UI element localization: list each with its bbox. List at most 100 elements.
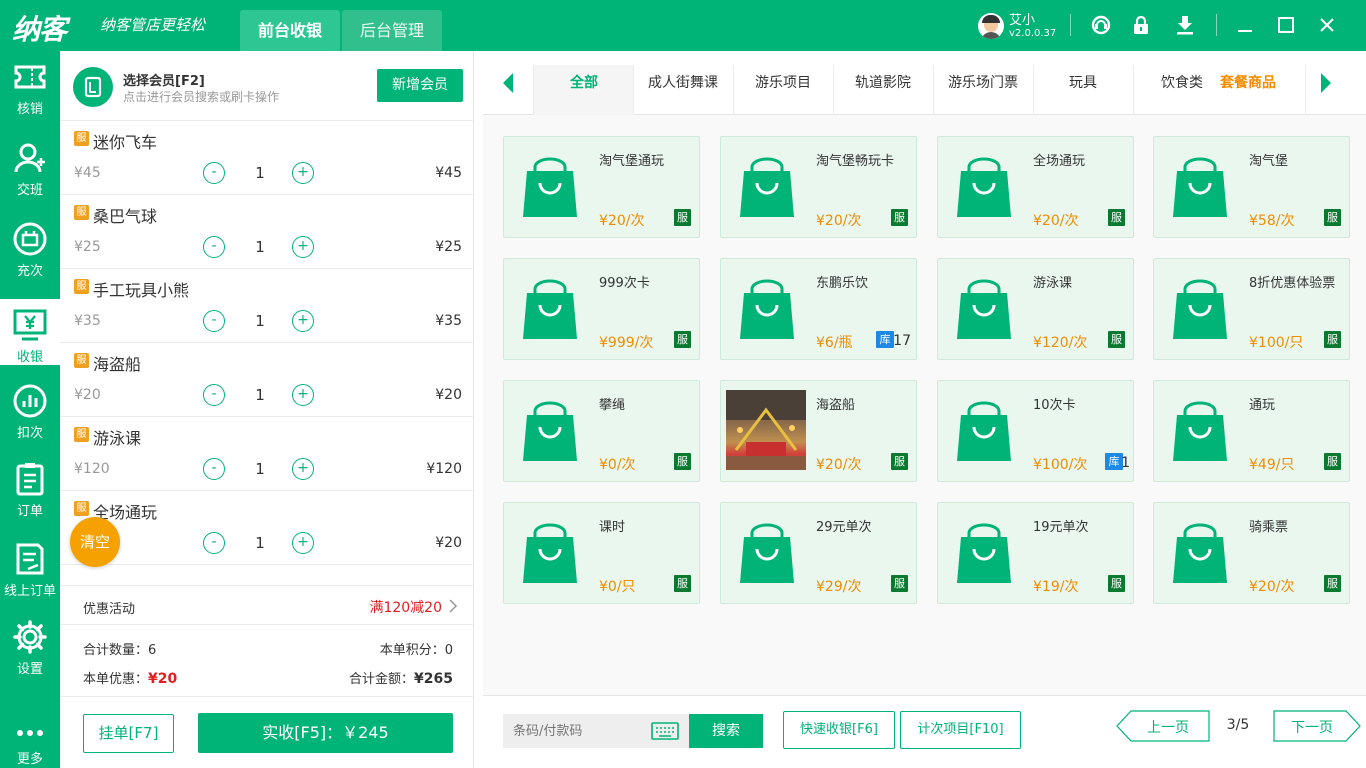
lock-icon[interactable] (1130, 14, 1152, 36)
product-card[interactable]: 骑乘票 ¥20/次 服 (1153, 502, 1350, 604)
cart-item-qty[interactable]: 1 (250, 238, 270, 256)
avatar[interactable] (978, 13, 1004, 39)
cart-row[interactable]: 服 海盗船 ¥20 - 1 + ¥20 (60, 343, 474, 417)
maximize-icon[interactable] (1275, 14, 1297, 36)
sidebar-item-label: 收银 (16, 350, 43, 365)
count-items-button[interactable]: 计次项目[F10] (900, 711, 1021, 749)
sidebar-item-recharge[interactable]: 充次 (0, 213, 60, 279)
sidebar-item-more[interactable]: 更多 (0, 701, 60, 767)
shopping-bag-icon (740, 157, 794, 217)
product-card[interactable]: 东鹏乐饮 ¥6/瓶 库 17 (720, 258, 917, 360)
cart-row[interactable]: 服 迷你飞车 ¥45 - 1 + ¥45 (60, 121, 474, 195)
pay-button[interactable]: 实收[F5]：￥245 (198, 713, 453, 753)
product-card[interactable]: 海盗船 ¥20/次 服 (720, 380, 917, 482)
product-card[interactable]: 29元单次 ¥29/次 服 (720, 502, 917, 604)
decrease-button[interactable]: - (203, 532, 225, 554)
page-indicator: 3/5 (1226, 717, 1250, 733)
total-quantity-value: 6 (148, 643, 157, 658)
search-button[interactable]: 搜索 (689, 714, 763, 748)
cart-item-name: 手工玩具小熊 (93, 281, 190, 300)
clear-cart-button[interactable]: 清空 (70, 517, 120, 567)
product-card[interactable]: 999次卡 ¥999/次 服 (503, 258, 700, 360)
product-card[interactable]: 课时 ¥0/只 服 (503, 502, 700, 604)
divider (1070, 14, 1071, 36)
next-page-button[interactable]: 下一页 (1277, 717, 1347, 737)
stock-count: 1 (1121, 455, 1130, 471)
prev-page-button[interactable]: 上一页 (1131, 717, 1205, 737)
product-card[interactable]: 通玩 ¥49/只 服 (1153, 380, 1350, 482)
tab-back-office[interactable]: 后台管理 (342, 10, 442, 51)
product-card[interactable]: 淘气堡 ¥58/次 服 (1153, 136, 1350, 238)
product-card[interactable]: 淘气堡通玩 ¥20/次 服 (503, 136, 700, 238)
product-price: ¥100/只 (1249, 335, 1304, 351)
product-card[interactable]: 全场通玩 ¥20/次 服 (937, 136, 1134, 238)
cart-row[interactable]: 服 游泳课 ¥120 - 1 + ¥120 (60, 417, 474, 491)
sidebar-item-online-orders[interactable]: 线上订单 (0, 533, 60, 599)
product-price: ¥6/瓶 (816, 335, 853, 351)
increase-button[interactable]: + (292, 310, 314, 332)
cart-row[interactable]: 服 手工玩具小熊 ¥35 - 1 + ¥35 (60, 269, 474, 343)
category-tab[interactable]: 游乐场门票 (933, 65, 1033, 115)
add-member-button[interactable]: 新增会员 (377, 69, 463, 102)
category-tab-package[interactable]: 套餐商品 (1198, 65, 1298, 115)
product-card[interactable]: 攀绳 ¥0/次 服 (503, 380, 700, 482)
product-name: 淘气堡畅玩卡 (816, 154, 895, 169)
product-price: ¥19/次 (1033, 579, 1079, 595)
close-icon[interactable] (1316, 14, 1338, 36)
category-tab[interactable]: 轨道影院 (833, 65, 933, 115)
product-card[interactable]: 10次卡 ¥100/次库 1 (937, 380, 1134, 482)
cart-item-qty[interactable]: 1 (250, 534, 270, 552)
decrease-button[interactable]: - (203, 310, 225, 332)
increase-button[interactable]: + (292, 458, 314, 480)
shopping-bag-icon (1173, 279, 1227, 339)
decrease-button[interactable]: - (203, 384, 225, 406)
sidebar-item-settings[interactable]: 设置 (0, 611, 60, 677)
tab-front-cashier[interactable]: 前台收银 (240, 10, 340, 51)
category-tab[interactable]: 饮食类 (1133, 65, 1203, 115)
download-icon[interactable] (1174, 14, 1196, 36)
cart-row[interactable]: 服 桑巴气球 ¥25 - 1 + ¥25 (60, 195, 474, 269)
sidebar-item-cashier[interactable]: 收银 (0, 299, 60, 365)
product-name: 19元单次 (1033, 520, 1089, 535)
category-tab[interactable]: 游乐项目 (733, 65, 833, 115)
support-icon[interactable] (1090, 14, 1112, 36)
cashier-icon (13, 309, 47, 341)
product-name: 东鹏乐饮 (816, 276, 869, 291)
member-select[interactable]: 选择会员[F2] 点击进行会员搜索或刷卡操作 新增会员 (60, 51, 474, 121)
product-card[interactable]: 淘气堡畅玩卡 ¥20/次 服 (720, 136, 917, 238)
keyboard-icon[interactable] (651, 722, 679, 740)
increase-button[interactable]: + (292, 532, 314, 554)
product-card[interactable]: 19元单次 ¥19/次 服 (937, 502, 1134, 604)
cart-item-qty[interactable]: 1 (250, 312, 270, 330)
service-tag: 服 (891, 453, 908, 470)
shopping-bag-icon (740, 279, 794, 339)
increase-button[interactable]: + (292, 384, 314, 406)
sidebar-item-verify[interactable]: 核销 (0, 51, 60, 117)
sidebar-item-orders[interactable]: 订单 (0, 453, 60, 519)
cart-item-qty[interactable]: 1 (250, 386, 270, 404)
online-order-icon (16, 543, 44, 575)
decrease-button[interactable]: - (203, 236, 225, 258)
category-next-icon[interactable] (1319, 73, 1333, 93)
product-card[interactable]: 8折优惠体验票 ¥100/只 服 (1153, 258, 1350, 360)
cart-item-qty[interactable]: 1 (250, 164, 270, 182)
sidebar-item-shift[interactable]: 交班 (0, 132, 60, 198)
decrease-button[interactable]: - (203, 162, 225, 184)
category-tab[interactable]: 成人街舞课 (633, 65, 733, 115)
increase-button[interactable]: + (292, 236, 314, 258)
category-tab[interactable]: 玩具 (1033, 65, 1133, 115)
sidebar-item-deduct[interactable]: 扣次 (0, 375, 60, 441)
category-prev-icon[interactable] (501, 73, 515, 93)
promotion-row[interactable]: 优惠活动 满120减20 (60, 585, 474, 625)
product-photo (726, 390, 806, 470)
minimize-icon[interactable] (1234, 14, 1256, 36)
increase-button[interactable]: + (292, 162, 314, 184)
cart-item-qty[interactable]: 1 (250, 460, 270, 478)
product-card[interactable]: 游泳课 ¥120/次 服 (937, 258, 1134, 360)
hold-order-button[interactable]: 挂单[F7] (83, 714, 174, 753)
cart-row[interactable]: 服 全场通玩 - 1 + ¥20 (60, 491, 474, 565)
sidebar-item-label: 扣次 (16, 426, 43, 441)
quick-pay-button[interactable]: 快速收银[F6] (783, 711, 895, 749)
decrease-button[interactable]: - (203, 458, 225, 480)
category-tab-all[interactable]: 全部 (534, 65, 634, 115)
